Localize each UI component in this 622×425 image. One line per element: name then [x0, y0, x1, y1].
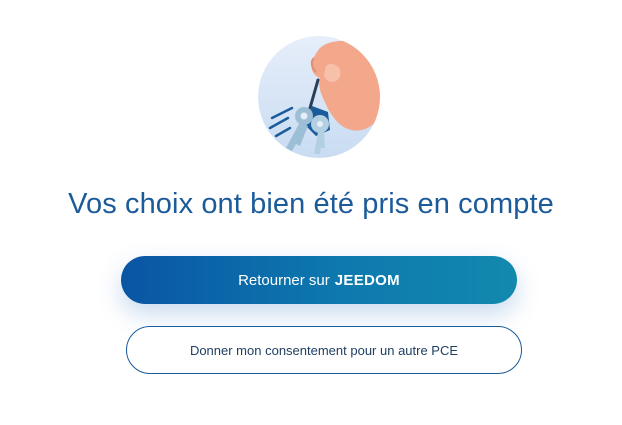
confirmation-page: Vos choix ont bien été pris en compte Re…	[0, 0, 622, 425]
return-button-prefix: Retourner sur	[238, 271, 330, 289]
return-button-target: JEEDOM	[334, 271, 400, 289]
consent-other-pce-button[interactable]: Donner mon consentement pour un autre PC…	[126, 326, 522, 374]
hand-holding-keys-icon	[258, 36, 380, 158]
return-to-jeedom-button[interactable]: Retourner sur JEEDOM	[121, 256, 517, 304]
page-title: Vos choix ont bien été pris en compte	[68, 188, 554, 220]
